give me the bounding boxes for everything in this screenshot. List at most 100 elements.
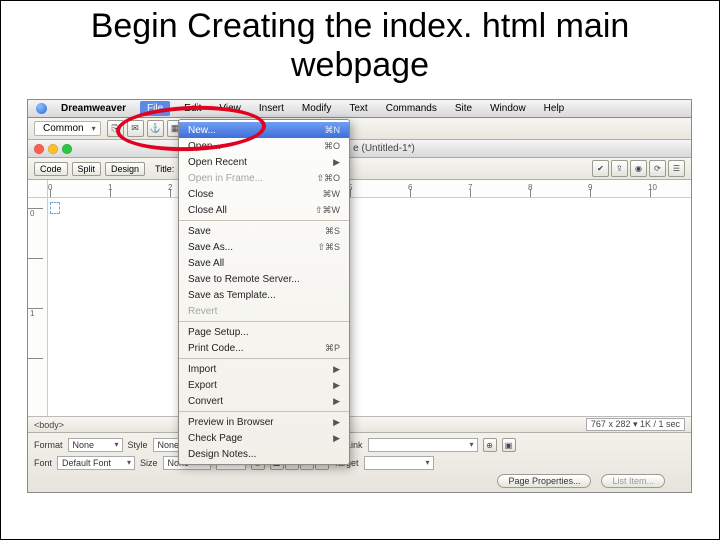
- file-menu-dropdown: New...⌘NOpen...⌘OOpen Recent▶Open in Fra…: [178, 119, 350, 465]
- canvas-content: [50, 202, 60, 217]
- menu-text[interactable]: Text: [345, 101, 371, 116]
- menu-item-label: Export: [188, 380, 217, 391]
- menu-item-open-in-frame: Open in Frame... ⇧⌘O: [179, 170, 349, 186]
- ruler-tick: 0: [50, 189, 51, 197]
- menu-item-label: Import: [188, 364, 216, 375]
- properties-panel: Format None Style None CSS B I ≡ ≣ ≡ ≣ L…: [28, 432, 691, 492]
- menu-shortcut: ⇧⌘W: [315, 205, 340, 216]
- document-toolbar: Code Split Design Title: ✔ ⇪ ◉ ⟳ ☰: [28, 158, 691, 180]
- anchor-icon[interactable]: ⚓: [147, 120, 164, 137]
- preview-icon[interactable]: ◉: [630, 160, 647, 177]
- menu-shortcut: ⇧⌘O: [316, 173, 340, 184]
- link-browse-icon[interactable]: ▣: [502, 438, 516, 452]
- menu-item-label: Save As...: [188, 242, 233, 253]
- submenu-arrow-icon: ▶: [333, 380, 340, 391]
- ruler-tick: 8: [530, 189, 531, 197]
- menu-item-close-all[interactable]: Close All⇧⌘W: [179, 202, 349, 218]
- menu-item-label: Design Notes...: [188, 449, 256, 460]
- menu-window[interactable]: Window: [486, 101, 530, 116]
- menu-edit[interactable]: Edit: [180, 101, 205, 116]
- view-split[interactable]: Split: [72, 162, 102, 176]
- menu-item-preview-in-browser[interactable]: Preview in Browser ▶: [179, 414, 349, 430]
- design-canvas[interactable]: 0 1: [28, 198, 691, 416]
- doc-tool-icons: ✔ ⇪ ◉ ⟳ ☰: [592, 160, 685, 177]
- menu-modify[interactable]: Modify: [298, 101, 335, 116]
- menu-item-export[interactable]: Export ▶: [179, 377, 349, 393]
- hyperlink-icon[interactable]: ⎘: [107, 120, 124, 137]
- page-properties-button[interactable]: Page Properties...: [497, 474, 591, 488]
- list-item-button[interactable]: List Item...: [601, 474, 665, 488]
- close-icon[interactable]: [34, 144, 44, 154]
- slide-title: Begin Creating the index. html main webp…: [1, 1, 719, 91]
- menu-separator: [179, 321, 349, 322]
- file-mgmt-icon[interactable]: ⇪: [611, 160, 628, 177]
- zoom-icon[interactable]: [62, 144, 72, 154]
- menu-item-label: Convert: [188, 396, 223, 407]
- menu-item-label: Save All: [188, 258, 224, 269]
- menu-item-check-page[interactable]: Check Page▶: [179, 430, 349, 446]
- menu-item-label: Open in Frame...: [188, 173, 263, 184]
- menu-help[interactable]: Help: [540, 101, 569, 116]
- view-code[interactable]: Code: [34, 162, 68, 176]
- menu-item-new[interactable]: New...⌘N: [179, 122, 349, 138]
- menu-item-save-all[interactable]: Save All: [179, 255, 349, 271]
- menu-item-label: Save as Template...: [188, 290, 276, 301]
- font-select[interactable]: Default Font: [57, 456, 135, 470]
- minimize-icon[interactable]: [48, 144, 58, 154]
- menu-item-label: Preview in Browser: [188, 417, 274, 428]
- target-select[interactable]: [364, 456, 434, 470]
- link-input[interactable]: [368, 438, 478, 452]
- menu-item-convert[interactable]: Convert▶: [179, 393, 349, 409]
- ruler-tick: 10: [650, 189, 651, 197]
- format-select[interactable]: None: [68, 438, 123, 452]
- menu-item-print-code[interactable]: Print Code...⌘P: [179, 340, 349, 356]
- options-icon[interactable]: ☰: [668, 160, 685, 177]
- menu-item-design-notes[interactable]: Design Notes...: [179, 446, 349, 462]
- email-icon[interactable]: ✉: [127, 120, 144, 137]
- tag-selector-bar: <body> 767 x 282 ▾ 1K / 1 sec: [28, 416, 691, 432]
- menu-item-label: Close: [188, 189, 214, 200]
- menu-separator: [179, 220, 349, 221]
- submenu-arrow-icon: ▶: [333, 417, 340, 428]
- menu-commands[interactable]: Commands: [382, 101, 441, 116]
- menu-item-save-as-template[interactable]: Save as Template...: [179, 287, 349, 303]
- insert-category[interactable]: Common: [34, 121, 101, 136]
- app-name[interactable]: Dreamweaver: [57, 101, 130, 116]
- menu-item-open[interactable]: Open... ⌘O: [179, 138, 349, 154]
- menu-item-revert: Revert: [179, 303, 349, 319]
- horizontal-ruler: 012345678910: [28, 180, 691, 198]
- menu-separator: [179, 358, 349, 359]
- menu-item-save-to-remote-server[interactable]: Save to Remote Server...: [179, 271, 349, 287]
- menu-file[interactable]: File: [140, 101, 170, 116]
- ruler-tick: 7: [470, 189, 471, 197]
- menu-item-label: Save: [188, 226, 211, 237]
- link-folder-icon[interactable]: ⊕: [483, 438, 497, 452]
- refresh-icon[interactable]: ⟳: [649, 160, 666, 177]
- menu-shortcut: ⌘N: [325, 125, 341, 136]
- tag-body[interactable]: <body>: [34, 420, 64, 430]
- menu-item-import[interactable]: Import▶: [179, 361, 349, 377]
- menu-item-open-recent[interactable]: Open Recent▶: [179, 154, 349, 170]
- menu-item-label: Print Code...: [188, 343, 244, 354]
- format-label: Format: [34, 440, 63, 450]
- ruler-tick: 6: [410, 189, 411, 197]
- menu-item-label: Page Setup...: [188, 327, 249, 338]
- menu-item-label: Save to Remote Server...: [188, 274, 300, 285]
- submenu-arrow-icon: ▶: [333, 157, 340, 168]
- ruler-tick: 1: [110, 189, 111, 197]
- menu-item-save-as[interactable]: Save As...⇧⌘S: [179, 239, 349, 255]
- apple-icon[interactable]: [36, 103, 47, 114]
- menu-item-label: Revert: [188, 306, 217, 317]
- window-size-status[interactable]: 767 x 282 ▾ 1K / 1 sec: [586, 418, 685, 431]
- menu-insert[interactable]: Insert: [255, 101, 288, 116]
- menu-view[interactable]: View: [215, 101, 245, 116]
- menu-item-save[interactable]: Save⌘S: [179, 223, 349, 239]
- view-design[interactable]: Design: [105, 162, 145, 176]
- menu-shortcut: ⌘O: [324, 141, 340, 152]
- validate-icon[interactable]: ✔: [592, 160, 609, 177]
- menu-site[interactable]: Site: [451, 101, 476, 116]
- menu-item-page-setup[interactable]: Page Setup...: [179, 324, 349, 340]
- menu-item-close[interactable]: Close⌘W: [179, 186, 349, 202]
- insert-bar: Common ⎘ ✉ ⚓ ▦ ▣ ▦ ⌘ ⧉ ▾: [28, 118, 691, 140]
- menu-item-label: Open...: [188, 141, 221, 152]
